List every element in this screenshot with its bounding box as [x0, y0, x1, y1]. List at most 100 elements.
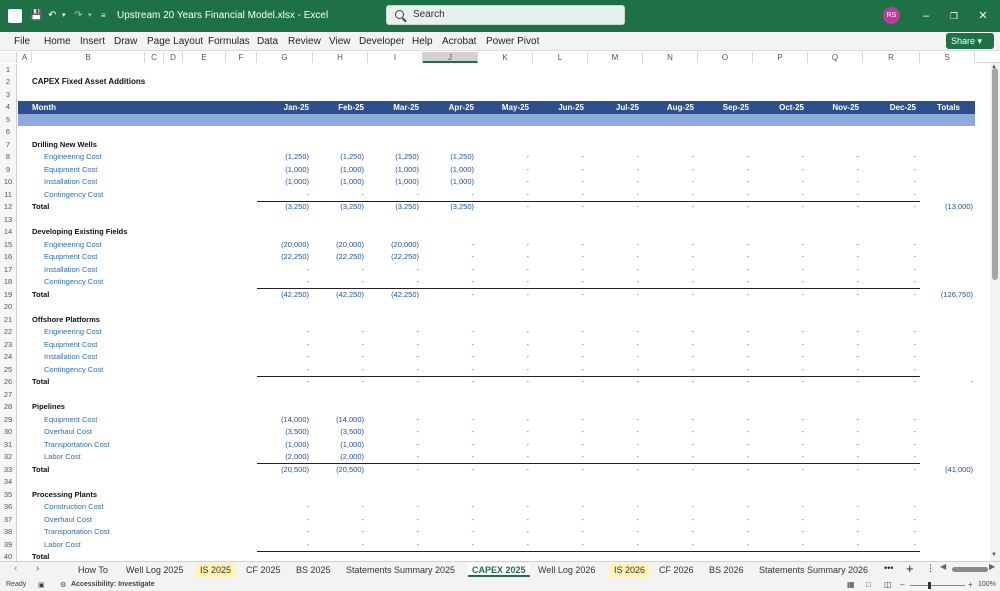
value-cell[interactable]: -: [643, 501, 695, 514]
value-cell[interactable]: -: [368, 539, 420, 552]
h-scroll-left-icon[interactable]: ◀: [940, 562, 946, 571]
total-sum[interactable]: (126,750): [920, 289, 973, 302]
value-cell[interactable]: -: [863, 464, 917, 477]
value-cell[interactable]: -: [588, 426, 640, 439]
value-cell[interactable]: -: [588, 539, 640, 552]
zoom-in-icon[interactable]: +: [968, 580, 973, 589]
value-cell[interactable]: (42,250): [313, 289, 364, 302]
column-header-j[interactable]: J: [423, 52, 478, 63]
column-header-i[interactable]: I: [368, 52, 423, 63]
value-cell[interactable]: -: [698, 326, 750, 339]
value-cell[interactable]: -: [588, 439, 640, 452]
value-cell[interactable]: -: [753, 339, 805, 352]
column-header-d[interactable]: D: [164, 52, 183, 63]
sheet-tab-bs-2025[interactable]: BS 2025: [292, 563, 335, 577]
value-cell[interactable]: -: [533, 526, 585, 539]
row-header-21[interactable]: 21: [0, 313, 17, 326]
value-cell[interactable]: -: [423, 514, 475, 527]
value-cell[interactable]: (1,000): [423, 176, 474, 189]
value-cell[interactable]: -: [423, 439, 475, 452]
row-header-33[interactable]: 33: [0, 463, 17, 476]
value-cell[interactable]: -: [698, 501, 750, 514]
value-cell[interactable]: -: [753, 351, 805, 364]
value-cell[interactable]: -: [808, 414, 860, 427]
value-cell[interactable]: (20,000): [257, 239, 309, 252]
value-cell[interactable]: (14,000): [313, 414, 364, 427]
value-cell[interactable]: -: [698, 251, 750, 264]
value-cell[interactable]: -: [478, 514, 530, 527]
value-cell[interactable]: -: [698, 451, 750, 464]
normal-view-icon[interactable]: ▦: [847, 580, 855, 589]
value-cell[interactable]: -: [698, 264, 750, 277]
value-cell[interactable]: -: [368, 526, 420, 539]
value-cell[interactable]: -: [588, 164, 640, 177]
value-cell[interactable]: -: [643, 164, 695, 177]
row-header-35[interactable]: 35: [0, 488, 17, 501]
column-header-p[interactable]: P: [753, 52, 808, 63]
value-cell[interactable]: (20,000): [368, 239, 419, 252]
value-cell[interactable]: -: [698, 151, 750, 164]
column-header-a[interactable]: A: [18, 52, 32, 63]
avatar[interactable]: RS: [883, 7, 900, 24]
value-cell[interactable]: -: [423, 376, 475, 389]
zoom-out-icon[interactable]: –: [900, 580, 904, 589]
value-cell[interactable]: (1,250): [257, 151, 309, 164]
value-cell[interactable]: -: [478, 151, 530, 164]
value-cell[interactable]: -: [643, 414, 695, 427]
value-cell[interactable]: -: [313, 339, 365, 352]
value-cell[interactable]: -: [698, 339, 750, 352]
value-cell[interactable]: (3,250): [423, 201, 474, 214]
tab-power-pivot[interactable]: Power Pivot: [486, 35, 539, 48]
row-header-26[interactable]: 26: [0, 376, 17, 389]
value-cell[interactable]: -: [863, 364, 917, 377]
value-cell[interactable]: -: [753, 276, 805, 289]
sheet-tab-statements-summary-2026[interactable]: Statements Summary 2026: [755, 563, 872, 577]
tab-view[interactable]: View: [329, 35, 351, 48]
value-cell[interactable]: -: [588, 326, 640, 339]
value-cell[interactable]: -: [257, 189, 310, 202]
value-cell[interactable]: -: [643, 176, 695, 189]
value-cell[interactable]: -: [423, 239, 475, 252]
value-cell[interactable]: -: [368, 464, 420, 477]
value-cell[interactable]: (1,250): [423, 151, 474, 164]
value-cell[interactable]: -: [478, 264, 530, 277]
value-cell[interactable]: -: [863, 251, 917, 264]
tab-draw[interactable]: Draw: [114, 35, 137, 48]
value-cell[interactable]: -: [423, 276, 475, 289]
redo-icon[interactable]: ↷: [74, 9, 82, 23]
value-cell[interactable]: -: [423, 326, 475, 339]
value-cell[interactable]: (3,250): [368, 201, 419, 214]
value-cell[interactable]: -: [863, 176, 917, 189]
value-cell[interactable]: -: [698, 376, 750, 389]
value-cell[interactable]: -: [643, 539, 695, 552]
column-header-n[interactable]: N: [643, 52, 698, 63]
redo-dropdown-icon[interactable]: ▾: [88, 9, 92, 23]
value-cell[interactable]: -: [257, 339, 310, 352]
column-header-s[interactable]: S: [920, 52, 975, 63]
row-header-28[interactable]: 28: [0, 401, 17, 414]
value-cell[interactable]: -: [863, 326, 917, 339]
value-cell[interactable]: -: [533, 439, 585, 452]
value-cell[interactable]: -: [588, 276, 640, 289]
value-cell[interactable]: -: [698, 539, 750, 552]
row-header-12[interactable]: 12: [0, 201, 17, 214]
value-cell[interactable]: -: [478, 539, 530, 552]
share-button[interactable]: Share ▾: [946, 33, 994, 49]
value-cell[interactable]: -: [588, 451, 640, 464]
value-cell[interactable]: (3,500): [313, 426, 364, 439]
value-cell[interactable]: -: [753, 451, 805, 464]
tab-home[interactable]: Home: [44, 35, 71, 48]
value-cell[interactable]: -: [863, 501, 917, 514]
value-cell[interactable]: -: [643, 439, 695, 452]
value-cell[interactable]: -: [808, 351, 860, 364]
value-cell[interactable]: -: [808, 426, 860, 439]
value-cell[interactable]: -: [753, 439, 805, 452]
value-cell[interactable]: -: [257, 364, 310, 377]
value-cell[interactable]: -: [808, 189, 860, 202]
column-header-b[interactable]: B: [32, 52, 145, 63]
value-cell[interactable]: -: [478, 251, 530, 264]
value-cell[interactable]: -: [368, 501, 420, 514]
value-cell[interactable]: (22,250): [257, 251, 309, 264]
value-cell[interactable]: -: [588, 351, 640, 364]
value-cell[interactable]: -: [533, 464, 585, 477]
